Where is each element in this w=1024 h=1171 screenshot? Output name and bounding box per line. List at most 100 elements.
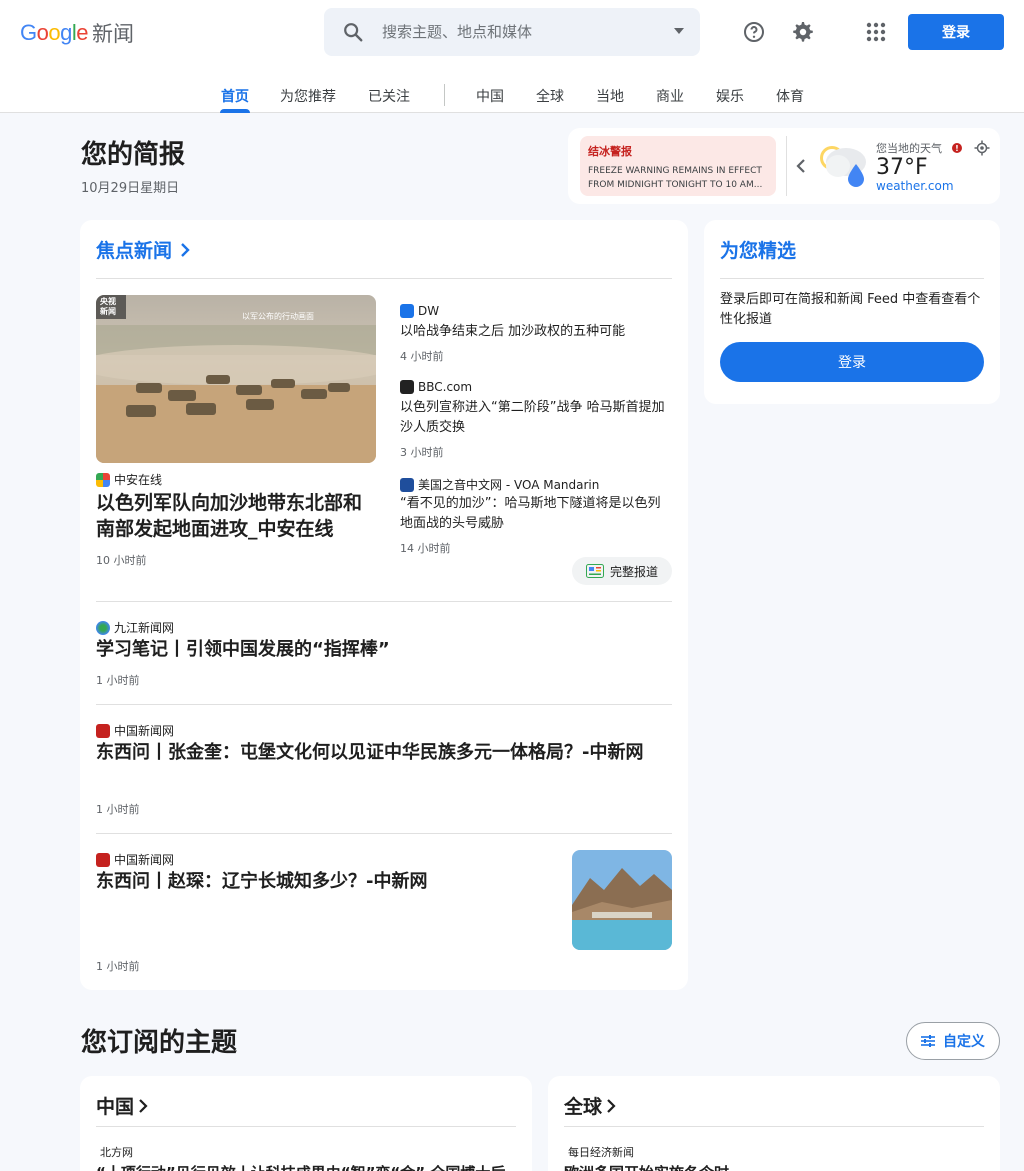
topic-name: 全球 [564,1096,603,1118]
picks-sign-in-button[interactable]: 登录 [720,342,984,382]
story-headline[interactable]: 东西问丨赵琛：辽宁长城知多少？-中新网 [96,869,536,895]
tab-china[interactable]: 中国 [476,86,504,106]
tune-icon [921,1035,935,1047]
tab-entertainment[interactable]: 娱乐 [716,86,744,106]
source-logo-icon [96,723,110,738]
tab-world[interactable]: 全球 [536,86,564,106]
story-time: 1 小时前 [96,960,140,973]
alert-title: 结冰警报 [588,145,632,158]
briefing-date: 10月29日星期日 [81,181,180,196]
related-story-source[interactable]: 美国之音中文网 - VOA Mandarin [400,476,599,493]
story-headline[interactable]: 学习笔记丨引领中国发展的“指挥棒” [96,637,656,663]
search-box[interactable] [324,8,700,56]
topic-title[interactable]: 全球 [564,1092,616,1119]
alert-body: FREEZE WARNING REMAINS IN EFFECT FROM MI… [588,166,763,190]
active-tab-indicator [220,109,250,113]
freeze-alert[interactable]: 结冰警报 FREEZE WARNING REMAINS IN EFFECT FR… [580,136,776,196]
related-story-time: 4 小时前 [400,350,444,363]
related-story-time: 14 小时前 [400,542,451,555]
related-story-time: 3 小时前 [400,446,444,459]
full-coverage-button[interactable]: 完整报道 [572,557,672,585]
search-icon[interactable] [324,21,382,43]
partly-cloudy-rain-icon [816,140,872,194]
topic-card-world: 全球 每日经济新闻 欧洲多国开始实施冬令时 [548,1076,1000,1171]
source-logo-icon [96,852,110,867]
divider [564,1126,984,1127]
section-tabs: 首页 为您推荐 已关注 中国 全球 当地 商业 娱乐 体育 [0,76,1024,113]
story-time: 1 小时前 [96,674,140,687]
full-coverage-icon [585,564,604,578]
dropdown-arrow-icon[interactable] [672,23,686,42]
source-name: 美国之音中文网 - VOA Mandarin [418,478,600,492]
help-icon[interactable] [734,12,774,52]
topic-name: 中国 [96,1096,135,1118]
source-name: 中国新闻网 [114,853,175,867]
tab-local[interactable]: 当地 [596,86,624,106]
story-source[interactable]: 九江新闻网 [96,619,174,636]
source-name: DW [418,304,440,318]
related-story-source[interactable]: DW [400,304,439,318]
customize-button[interactable]: 自定义 [906,1022,1000,1060]
top-stories-title: 焦点新闻 [96,240,173,262]
top-bar: Google 新闻 登录 首页 为您推荐 已关注 中国 全球 当地 商业 娱乐 … [0,0,1024,113]
divider [96,601,672,602]
topic-story-source[interactable]: 北方网 [100,1144,133,1160]
chevron-left-icon[interactable] [792,156,810,180]
apps-grid-icon[interactable] [856,12,896,52]
source-name: BBC.com [418,380,473,394]
topic-story-source[interactable]: 每日经济新闻 [568,1144,634,1160]
related-story-headline[interactable]: 以色列宣称进入“第二阶段”战争 哈马斯首提加沙人质交换 [400,398,670,438]
lead-story-headline[interactable]: 以色列军队向加沙地带东北部和南部发起地面进攻_中安在线 [96,490,380,542]
source-logo-icon [96,620,110,635]
tab-sports[interactable]: 体育 [776,86,804,106]
divider [96,833,672,834]
image-badge: 央视新闻 [100,297,116,316]
top-stories-card: 焦点新闻 央视新闻 以军公布的行动画面 中安在线 以色列军队向加沙地带东北部和南… [80,220,688,990]
tab-divider [444,84,445,106]
tab-following[interactable]: 已关注 [368,86,410,106]
subscribed-topics-title: 您订阅的主题 [81,1028,238,1058]
tab-for-you[interactable]: 为您推荐 [280,86,336,106]
divider [96,278,672,279]
settings-gear-icon[interactable] [782,12,822,52]
picks-description: 登录后即可在简报和新闻 Feed 中查看查看个性化报道 [720,292,981,327]
divider [96,1126,516,1127]
source-logo-icon [96,472,110,487]
chevron-right-icon [607,1098,616,1113]
product-name: 新闻 [92,22,135,46]
source-name: 九江新闻网 [114,621,175,635]
lead-story-source[interactable]: 中安在线 [96,471,162,488]
story-headline[interactable]: 东西问丨张金奎：屯堡文化何以见证中华民族多元一体格局？-中新网 [96,740,672,766]
related-story-headline[interactable]: “看不见的加沙”：哈马斯地下隧道将是以色列地面战的头号威胁 [400,494,670,534]
sign-in-button[interactable]: 登录 [908,14,1004,50]
story-time: 1 小时前 [96,803,140,816]
topic-title[interactable]: 中国 [96,1092,148,1119]
weather-source-link[interactable]: weather.com [876,179,954,193]
chevron-right-icon [139,1098,148,1113]
alert-badge-icon: ! [952,143,962,153]
source-logo-icon [400,477,414,492]
tab-business[interactable]: 商业 [656,86,684,106]
top-stories-header[interactable]: 焦点新闻 [96,236,192,263]
picks-title: 为您精选 [720,240,797,262]
related-story-headline[interactable]: 以哈战争结束之后 加沙政权的五种可能 [400,322,670,342]
topic-story-headline[interactable]: 欧洲多国开始实施冬令时 [564,1162,729,1171]
topic-story-headline[interactable]: “十项行动”见行见效丨让科技成果由“智”变“金” 全国博士后 [96,1162,505,1171]
local-weather-label: 您当地的天气 [876,142,942,155]
full-coverage-label: 完整报道 [609,564,658,579]
google-wordmark: Google [20,20,89,45]
related-story-source[interactable]: BBC.com [400,380,472,394]
lead-story-time: 10 小时前 [96,554,147,567]
story-thumbnail[interactable] [572,850,672,950]
weather-card: 结冰警报 FREEZE WARNING REMAINS IN EFFECT FR… [568,128,1000,204]
location-target-icon[interactable] [974,140,990,160]
topic-card-china: 中国 北方网 “十项行动”见行见效丨让科技成果由“智”变“金” 全国博士后 [80,1076,532,1171]
briefing-title: 您的简报 [81,140,186,170]
lead-story-image[interactable]: 央视新闻 以军公布的行动画面 [96,295,376,463]
tab-home[interactable]: 首页 [221,86,249,106]
picks-for-you-card: 为您精选 登录后即可在简报和新闻 Feed 中查看查看个性化报道 登录 [704,220,1000,404]
story-source[interactable]: 中国新闻网 [96,851,174,868]
search-input[interactable] [382,23,652,41]
story-source[interactable]: 中国新闻网 [96,722,174,739]
google-news-logo[interactable]: Google 新闻 [20,16,134,50]
